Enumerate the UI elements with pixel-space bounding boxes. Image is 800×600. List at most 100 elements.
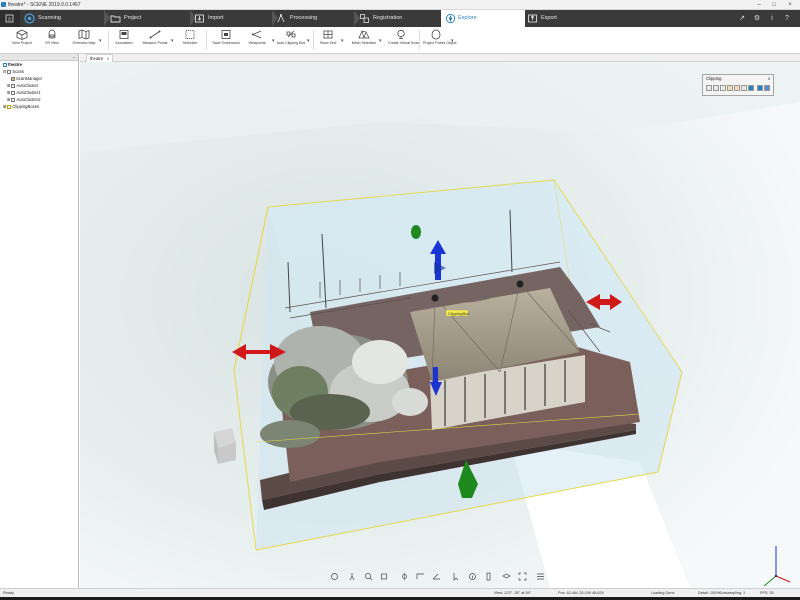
project-points-object-button[interactable]: Project Points Object ▾	[423, 28, 457, 52]
import-icon	[195, 14, 204, 23]
tree-item-project[interactable]: theatre	[3, 62, 22, 68]
tab-export[interactable]: Export	[527, 10, 607, 27]
project-points-object-dropdown[interactable]: ▾	[451, 38, 454, 44]
vr-headset-icon	[48, 29, 56, 39]
view-cube-icon[interactable]	[380, 572, 389, 581]
mesh-selection-dropdown[interactable]: ▾	[379, 38, 382, 44]
measure-angle-icon[interactable]	[432, 572, 441, 581]
maximize-icon[interactable]: □	[767, 1, 781, 9]
clip-reset-icon[interactable]	[727, 85, 733, 91]
point-cloud-scene[interactable]: ClippingBox	[80, 62, 800, 588]
file-menu-button[interactable]	[0, 10, 20, 27]
selection-button[interactable]: Selection	[178, 28, 202, 52]
pin-icon[interactable]: ⌄	[73, 54, 76, 59]
settings-icon[interactable]: ⚙	[753, 15, 761, 23]
walk-icon[interactable]	[348, 572, 357, 581]
scanner-icon	[24, 13, 35, 24]
share-icon[interactable]: ↗	[738, 15, 746, 23]
ruler-icon[interactable]	[484, 572, 493, 581]
auto-clipping-box-dropdown[interactable]: ▾	[307, 38, 310, 44]
tab-project[interactable]: Project	[110, 10, 190, 27]
rotation-cube-handle[interactable]	[214, 428, 236, 464]
status-state: Ready	[3, 591, 14, 595]
clip-options-icon[interactable]	[764, 85, 770, 91]
help-icon[interactable]: ?	[783, 15, 791, 23]
status-fps: FPS: 30	[760, 591, 774, 595]
clip-hide-icon[interactable]	[734, 85, 740, 91]
ribbon-toolbar: View Project VR View Overview Map ▾ Anno…	[0, 27, 800, 54]
3d-viewport[interactable]: theatre x ClippingBox Clipping x	[80, 54, 800, 588]
viewport-tab[interactable]: theatre x	[86, 54, 114, 62]
center-icon[interactable]	[400, 572, 409, 581]
window-title: theatre* - SCENE 2019.0.0.1457	[8, 2, 81, 8]
measure-points-dropdown[interactable]: ▾	[171, 38, 174, 44]
tree-item-clipping-boxes[interactable]: ⊞ ClippingBoxes	[3, 104, 39, 110]
save-screenshot-button[interactable]: Save Screenshot	[210, 28, 242, 52]
zoom-icon[interactable]	[364, 572, 373, 581]
viewport-tab-close-icon[interactable]: x	[107, 56, 109, 61]
measure-points-button[interactable]: Measure Points ▾	[140, 28, 174, 52]
status-view: View: 223° -35° at 54°	[494, 591, 532, 595]
minimize-icon[interactable]: –	[752, 1, 766, 9]
clip-show-icon[interactable]	[741, 85, 747, 91]
create-virtual-scan-button[interactable]: Create Virtual Scan	[388, 28, 419, 52]
info-icon[interactable]	[468, 572, 477, 581]
view-project-button[interactable]: View Project	[6, 28, 38, 52]
cluster-icon	[11, 83, 16, 88]
processing-icon	[277, 13, 285, 23]
overview-map-dropdown[interactable]: ▾	[99, 38, 102, 44]
close-icon[interactable]: ×	[783, 1, 797, 9]
annotation-button[interactable]: Annotation	[112, 28, 136, 52]
overview-map-button[interactable]: Overview Map ▾	[68, 28, 102, 52]
tab-explore[interactable]: Explore	[441, 10, 525, 27]
tab-scanning[interactable]: Scanning	[24, 10, 104, 27]
clip-fit-icon[interactable]	[748, 85, 754, 91]
scan-manager-icon	[11, 76, 15, 81]
clipping-panel-close-icon[interactable]: x	[768, 76, 770, 81]
navigation-toolbar	[330, 570, 560, 584]
info-icon[interactable]: i	[768, 15, 776, 23]
clipping-panel: Clipping x	[702, 74, 774, 96]
auto-clipping-box-button[interactable]: Auto Clipping Box ▾	[276, 28, 310, 52]
clip-inside-icon[interactable]	[706, 85, 712, 91]
project-points-icon	[431, 29, 441, 40]
export-icon	[528, 14, 537, 23]
structure-panel-header: ⌄	[0, 54, 78, 61]
fullscreen-icon[interactable]	[518, 572, 527, 581]
mesh-selection-button[interactable]: Mesh Selection ▾	[350, 28, 382, 52]
clip-active-icon[interactable]	[757, 85, 763, 91]
scans-icon	[7, 69, 12, 74]
vr-view-button[interactable]: VR View	[40, 28, 64, 52]
tab-processing[interactable]: Processing	[276, 10, 354, 27]
select-icon[interactable]	[452, 572, 461, 581]
title-bar: theatre* - SCENE 2019.0.0.1457 – □ ×	[0, 0, 800, 10]
tab-import[interactable]: Import	[194, 10, 272, 27]
folder-icon	[110, 15, 121, 23]
mesh-icon	[358, 30, 370, 39]
registration-icon	[360, 14, 369, 23]
tree-item-cluster[interactable]: ⊞ AutoCluster	[7, 83, 38, 89]
rotate-icon[interactable]	[330, 572, 339, 581]
clipping-box-icon	[286, 30, 296, 38]
tree-item-scan-manager[interactable]: ScanManager	[11, 76, 42, 82]
viewpoints-dropdown[interactable]: ▾	[272, 38, 275, 44]
tree-item-scans[interactable]: ⊟ Scans	[3, 69, 24, 75]
show-grid-dropdown[interactable]: ▾	[341, 38, 344, 44]
virtual-scan-icon	[397, 29, 405, 39]
file-icon	[5, 14, 14, 23]
viewport-tab-strip: theatre x	[80, 54, 800, 62]
clipping-panel-title: Clipping	[706, 76, 722, 81]
menu-icon[interactable]	[536, 572, 545, 581]
tree-item-cluster[interactable]: ⊞ AutoCluster1	[7, 90, 41, 96]
tree-item-cluster[interactable]: ⊞ AutoCluster2	[7, 97, 41, 103]
clip-outside-icon[interactable]	[713, 85, 719, 91]
layers-icon[interactable]	[502, 572, 511, 581]
clip-toggle-icon[interactable]	[720, 85, 726, 91]
clipping-box-label-text: ClippingBox	[448, 311, 469, 316]
viewpoints-button[interactable]: Viewpoints ▾	[244, 28, 275, 52]
show-grid-button[interactable]: Show Grid ▾	[317, 28, 344, 52]
measure-distance-icon[interactable]	[416, 572, 425, 581]
structure-panel: ⌄ theatre ⊟ Scans ScanManager ⊞ AutoCluste…	[0, 54, 79, 588]
tab-registration[interactable]: Registration	[359, 10, 439, 27]
status-position: Pos: 62.464 33.039 48.628	[558, 591, 604, 595]
